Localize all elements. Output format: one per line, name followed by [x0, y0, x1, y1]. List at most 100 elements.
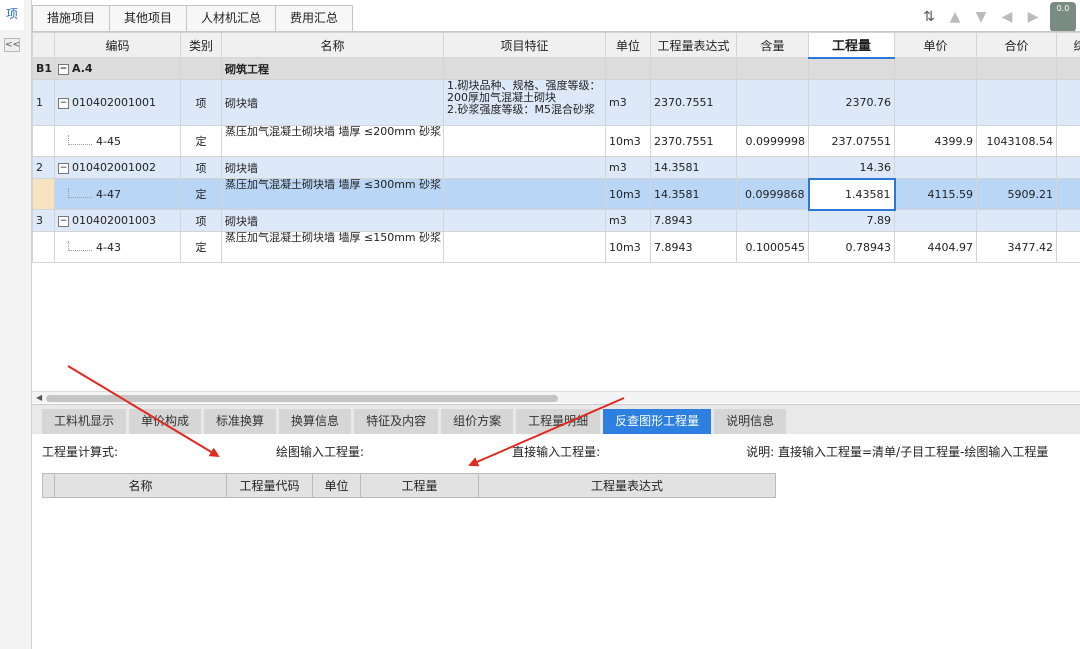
scrollbar-thumb[interactable]	[46, 395, 558, 402]
move-down-icon[interactable]: ▼	[972, 8, 990, 26]
col-unit[interactable]: 单位	[605, 32, 651, 58]
row-expression[interactable]: 2370.7551	[650, 79, 737, 126]
row-content[interactable]: 0.0999998	[736, 125, 809, 157]
row-expression[interactable]: 14.3581	[650, 156, 737, 179]
tab-other-items[interactable]: 其他项目	[109, 5, 188, 31]
table-row[interactable]: 4-45 定 蒸压加气混凝土砌块墙 墙厚 ≤200mm 砂浆 10m3 2370…	[32, 125, 1080, 157]
row-unit[interactable]: m3	[605, 209, 651, 232]
section-row[interactable]: B1 − A.4 砌筑工程	[32, 57, 1080, 80]
collapse-toggle-icon[interactable]: −	[58, 63, 69, 75]
row-price[interactable]: 4399.9	[894, 125, 977, 157]
collapse-toggle-icon[interactable]: −	[58, 97, 69, 109]
row-expression[interactable]: 2370.7551	[650, 125, 737, 157]
sub-col-name[interactable]: 名称	[54, 473, 227, 498]
left-tab[interactable]: 项	[0, 0, 24, 30]
col-name[interactable]: 名称	[221, 32, 444, 58]
row-code: 010402001002	[72, 161, 156, 174]
row-unit[interactable]: 10m3	[605, 178, 651, 210]
tab-cost-summary[interactable]: 费用汇总	[275, 5, 354, 31]
row-quantity[interactable]: 14.36	[808, 156, 895, 179]
row-name[interactable]: 蒸压加气混凝土砌块墙 墙厚 ≤200mm 砂浆	[221, 125, 444, 157]
row-content[interactable]	[736, 209, 809, 232]
row-price[interactable]	[894, 79, 977, 126]
horizontal-scrollbar[interactable]: ◀	[32, 391, 1080, 403]
row-total	[976, 79, 1057, 126]
row-content[interactable]	[736, 156, 809, 179]
tab-quantity-detail[interactable]: 工程量明细	[516, 409, 601, 434]
row-price[interactable]: 4115.59	[894, 178, 977, 210]
row-unit[interactable]: m3	[605, 156, 651, 179]
graphic-quantity-table: 名称 工程量代码 单位 工程量 工程量表达式	[42, 473, 776, 498]
row-expression[interactable]: 14.3581	[650, 178, 737, 210]
row-price[interactable]	[894, 156, 977, 179]
col-total[interactable]: 合价	[976, 32, 1057, 58]
col-expression[interactable]: 工程量表达式	[650, 32, 737, 58]
row-name[interactable]: 砌块墙	[221, 209, 444, 232]
row-quantity[interactable]: 7.89	[808, 209, 895, 232]
row-unit[interactable]: 10m3	[605, 231, 651, 263]
row-name[interactable]: 蒸压加气混凝土砌块墙 墙厚 ≤300mm 砂浆	[221, 178, 444, 210]
table-row[interactable]: 1 −010402001001 项 砌块墙 1.砌块品种、规格、强度等级：200…	[32, 79, 1080, 126]
row-name[interactable]: 砌块墙	[221, 156, 444, 179]
col-feature[interactable]: 项目特征	[443, 32, 606, 58]
status-badge[interactable]: 0.0	[1050, 2, 1076, 32]
row-no	[32, 125, 55, 157]
row-unit[interactable]: m3	[605, 79, 651, 126]
row-expression[interactable]: 7.8943	[650, 209, 737, 232]
tree-line	[68, 187, 92, 198]
row-name[interactable]: 蒸压加气混凝土砌块墙 墙厚 ≤150mm 砂浆	[221, 231, 444, 263]
col-unit-price[interactable]: 单价	[894, 32, 977, 58]
row-content[interactable]	[736, 79, 809, 126]
row-quantity[interactable]: 2370.76	[808, 79, 895, 126]
tab-standard-conversion[interactable]: 标准换算	[204, 409, 277, 434]
col-composite[interactable]: 综	[1056, 32, 1080, 58]
row-quantity[interactable]: 237.07551	[808, 125, 895, 157]
row-name[interactable]: 砌块墙	[221, 79, 444, 126]
col-quantity[interactable]: 工程量	[808, 32, 895, 59]
table-row-selected[interactable]: 4-47 定 蒸压加气混凝土砌块墙 墙厚 ≤300mm 砂浆 10m3 14.3…	[32, 177, 1080, 211]
row-price[interactable]: 4404.97	[894, 231, 977, 263]
row-expression[interactable]: 7.8943	[650, 231, 737, 263]
move-right-icon[interactable]: ▶	[1024, 8, 1042, 26]
tab-features-content[interactable]: 特征及内容	[354, 409, 439, 434]
tab-description-info[interactable]: 说明信息	[714, 409, 787, 434]
collapse-toggle-icon[interactable]: −	[58, 215, 69, 227]
scroll-left-icon[interactable]: ◀	[36, 393, 42, 402]
row-feature[interactable]	[443, 209, 606, 232]
move-up-icon[interactable]: ▲	[946, 8, 964, 26]
table-row[interactable]: 3 −010402001003 项 砌块墙 m3 7.8943 7.89	[32, 209, 1080, 232]
table-row[interactable]: 2 −010402001002 项 砌块墙 m3 14.3581 14.36	[32, 156, 1080, 179]
bottom-tabs: 工料机显示 单价构成 标准换算 换算信息 特征及内容 组价方案 工程量明细 反查…	[32, 404, 1080, 434]
sub-col-quantity-code[interactable]: 工程量代码	[226, 473, 313, 498]
tab-measures[interactable]: 措施项目	[32, 5, 111, 31]
tab-conversion-info[interactable]: 换算信息	[279, 409, 352, 434]
sort-icon[interactable]: ⇅	[920, 8, 938, 26]
row-content[interactable]: 0.0999868	[736, 178, 809, 210]
move-left-icon[interactable]: ◀	[998, 8, 1016, 26]
tab-labor-material-display[interactable]: 工料机显示	[42, 409, 127, 434]
collapse-button[interactable]: <<	[4, 38, 20, 52]
tab-labor-material-summary[interactable]: 人材机汇总	[186, 5, 277, 31]
row-feature[interactable]	[443, 178, 606, 210]
tab-unit-price-composition[interactable]: 单价构成	[129, 409, 202, 434]
sub-col-unit[interactable]: 单位	[312, 473, 361, 498]
col-code[interactable]: 编码	[54, 32, 181, 58]
sub-col-expression[interactable]: 工程量表达式	[478, 473, 776, 498]
collapse-toggle-icon[interactable]: −	[58, 162, 69, 174]
row-quantity[interactable]: 0.78943	[808, 231, 895, 263]
row-price[interactable]	[894, 209, 977, 232]
row-unit[interactable]: 10m3	[605, 125, 651, 157]
table-row[interactable]: 4-43 定 蒸压加气混凝土砌块墙 墙厚 ≤150mm 砂浆 10m3 7.89…	[32, 231, 1080, 263]
row-feature[interactable]	[443, 156, 606, 179]
row-content[interactable]: 0.1000545	[736, 231, 809, 263]
row-feature[interactable]	[443, 125, 606, 157]
tab-reverse-graphic-quantity[interactable]: 反查图形工程量	[603, 409, 712, 434]
row-feature[interactable]: 1.砌块品种、规格、强度等级：200厚加气混凝土砌块 2.砂浆强度等级：M5混合…	[443, 79, 606, 126]
row-quantity-active-cell[interactable]: 1.43581	[807, 177, 896, 211]
row-no: 2	[32, 156, 55, 179]
sub-col-quantity[interactable]: 工程量	[360, 473, 479, 498]
col-type[interactable]: 类别	[180, 32, 222, 58]
col-content[interactable]: 含量	[736, 32, 809, 58]
tab-pricing-scheme[interactable]: 组价方案	[441, 409, 514, 434]
row-feature[interactable]	[443, 231, 606, 263]
